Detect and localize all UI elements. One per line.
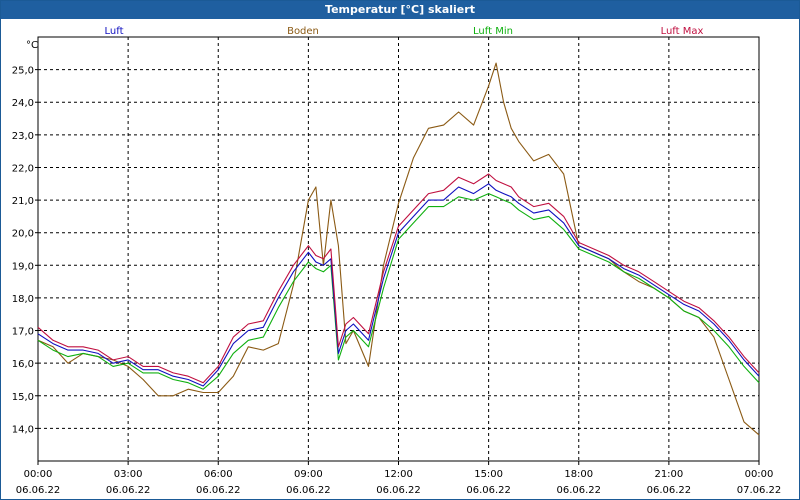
x-tick-date: 06.06.22 <box>466 485 511 496</box>
y-axis-unit: °C <box>26 40 38 51</box>
x-tick-date: 06.06.22 <box>286 485 331 496</box>
y-tick-label: 19,0 <box>12 261 34 272</box>
x-tick-date: 06.06.22 <box>376 485 421 496</box>
y-tick-label: 22,0 <box>12 163 34 174</box>
y-tick-label: 23,0 <box>12 131 34 142</box>
y-tick-label: 24,0 <box>12 98 34 109</box>
x-tick-time: 09:00 <box>294 469 323 480</box>
grid <box>38 37 759 461</box>
x-tick-date: 06.06.22 <box>196 485 241 496</box>
x-tick-time: 15:00 <box>474 469 503 480</box>
x-tick-date: 06.06.22 <box>16 485 61 496</box>
x-tick-time: 12:00 <box>384 469 413 480</box>
legend-luft: Luft <box>105 26 124 37</box>
y-tick-label: 16,0 <box>12 359 34 370</box>
y-tick-label: 20,0 <box>12 229 34 240</box>
x-tick-date: 06.06.22 <box>647 485 692 496</box>
y-tick-label: 15,0 <box>12 392 34 403</box>
temperature-chart: Luft Boden Luft Min Luft Max °C 14,0 15,0… <box>12 26 782 496</box>
y-tick-label: 21,0 <box>12 196 34 207</box>
y-axis-ticks: 14,0 15,0 16,0 17,0 18,0 19,0 20,0 21,0 22,0 23,0… <box>12 66 38 435</box>
x-axis-ticks: 00:00 06.06.22 03:00 06.06.22 06:00 06.06.22 0… <box>16 461 782 496</box>
x-tick-time: 00:00 <box>24 469 53 480</box>
x-tick-time: 00:00 <box>745 469 774 480</box>
x-tick-date: 07.06.22 <box>737 485 782 496</box>
x-tick-time: 03:00 <box>114 469 143 480</box>
y-tick-label: 17,0 <box>12 327 34 338</box>
legend: Luft Boden Luft Min Luft Max <box>105 26 704 37</box>
legend-luft-min: Luft Min <box>473 26 513 37</box>
y-tick-label: 25,0 <box>12 66 34 77</box>
x-tick-date: 06.06.22 <box>556 485 601 496</box>
x-tick-time: 18:00 <box>564 469 593 480</box>
x-tick-time: 06:00 <box>204 469 233 480</box>
y-tick-label: 14,0 <box>12 424 34 435</box>
legend-luft-max: Luft Max <box>661 26 704 37</box>
x-tick-date: 06.06.22 <box>106 485 151 496</box>
y-tick-label: 18,0 <box>12 294 34 305</box>
legend-boden: Boden <box>287 26 319 37</box>
x-tick-time: 21:00 <box>654 469 683 480</box>
